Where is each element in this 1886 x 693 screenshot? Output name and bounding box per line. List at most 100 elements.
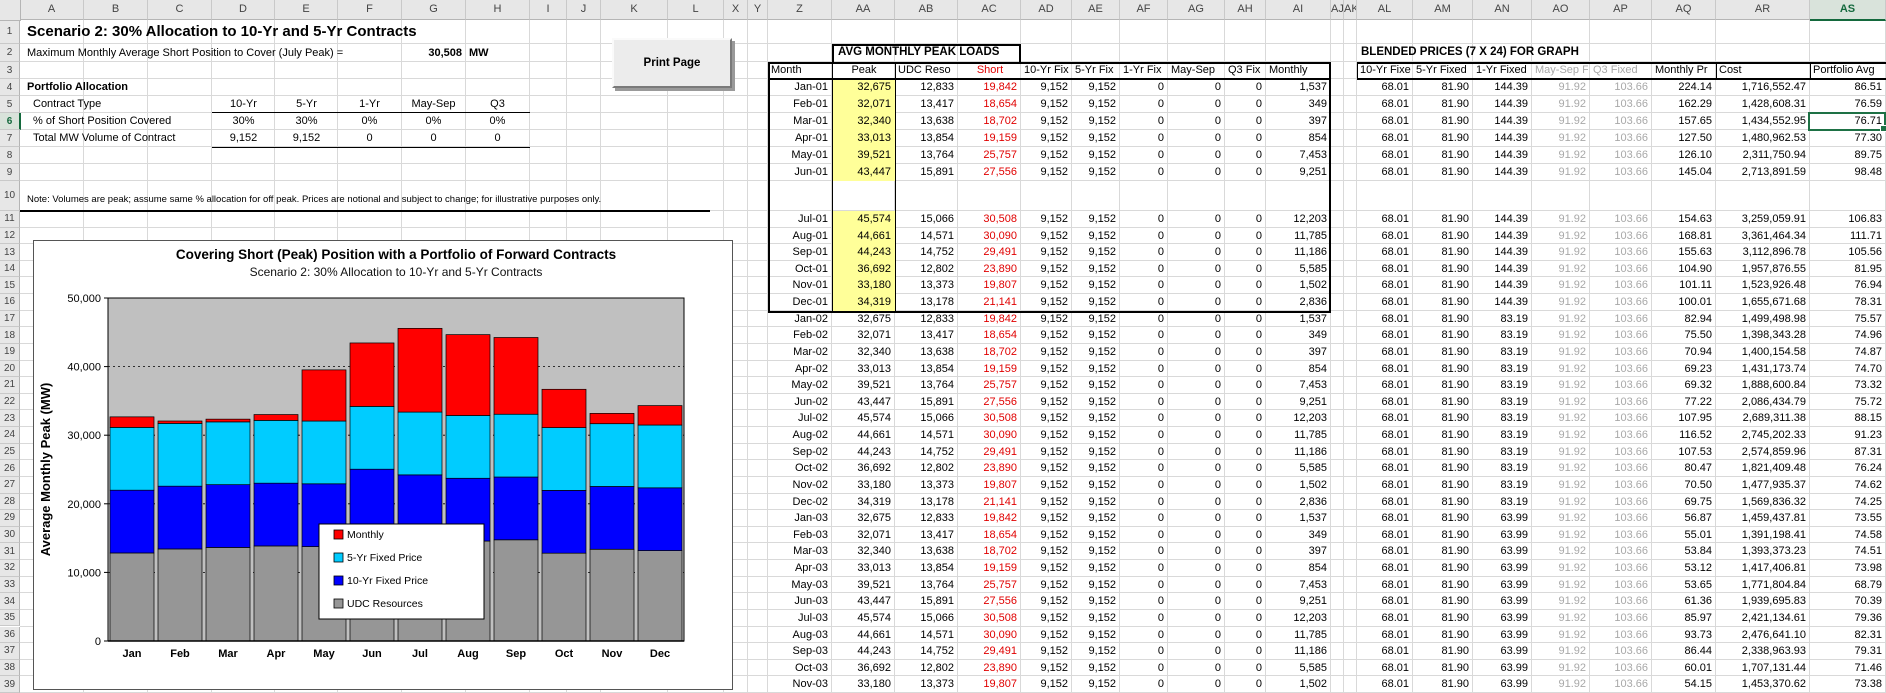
cell[interactable]: 91.92 xyxy=(1532,543,1590,560)
peak-table-header-1-yr-fix[interactable]: 1-Yr Fix xyxy=(1123,62,1166,79)
cell[interactable]: 1,417,406.81 xyxy=(1716,560,1810,577)
cell[interactable]: 87.31 xyxy=(1810,444,1886,461)
cell[interactable]: 1,477,935.37 xyxy=(1716,477,1810,494)
cell[interactable]: 54.15 xyxy=(1652,676,1716,693)
cell[interactable]: 9,152 xyxy=(1021,427,1072,444)
cell[interactable]: 29,491 xyxy=(958,444,1021,461)
cell[interactable]: 9,152 xyxy=(1021,228,1072,245)
cell[interactable]: 0 xyxy=(1168,211,1225,228)
cell[interactable]: 14,752 xyxy=(895,444,958,461)
cell[interactable]: 91.92 xyxy=(1532,577,1590,594)
cell[interactable]: 68.01 xyxy=(1357,643,1413,660)
blended-table-header-may-sep-f[interactable]: May-Sep F xyxy=(1535,62,1588,79)
cell[interactable]: 0 xyxy=(1225,311,1266,328)
cell[interactable]: 19,842 xyxy=(958,311,1021,328)
cell[interactable]: Dec-02 xyxy=(768,494,832,511)
cell[interactable]: 77.30 xyxy=(1810,130,1886,147)
column-header-Z[interactable]: Z xyxy=(768,0,832,20)
row-header-36[interactable]: 36 xyxy=(0,627,20,644)
cell[interactable]: 63.99 xyxy=(1473,527,1532,544)
cell[interactable]: 9,152 xyxy=(1021,477,1072,494)
cell[interactable]: 9,152 xyxy=(1072,294,1120,311)
cell[interactable]: 0 xyxy=(1225,444,1266,461)
cell[interactable]: 0 xyxy=(1225,96,1266,113)
cell[interactable]: 13,638 xyxy=(895,344,958,361)
cell[interactable]: 144.39 xyxy=(1473,79,1532,96)
cell[interactable]: 9,152 xyxy=(1021,593,1072,610)
cell[interactable]: 91.92 xyxy=(1532,147,1590,164)
cell[interactable]: 73.98 xyxy=(1810,560,1886,577)
cell[interactable]: 68.01 xyxy=(1357,147,1413,164)
cell[interactable]: 0 xyxy=(1120,377,1168,394)
cell[interactable]: 91.92 xyxy=(1532,228,1590,245)
cell[interactable]: 53.84 xyxy=(1652,543,1716,560)
cell[interactable]: 0 xyxy=(1120,527,1168,544)
cell[interactable]: 2,836 xyxy=(1266,294,1331,311)
cell[interactable]: 68.01 xyxy=(1357,510,1413,527)
cell[interactable]: 9,152 xyxy=(1072,527,1120,544)
row-header-6[interactable]: 6 xyxy=(0,113,21,130)
cell[interactable]: 1,502 xyxy=(1266,477,1331,494)
cell[interactable]: 68.01 xyxy=(1357,79,1413,96)
cell[interactable]: 30,508 xyxy=(958,410,1021,427)
cell[interactable]: 29,491 xyxy=(958,643,1021,660)
column-header-F[interactable]: F xyxy=(338,0,402,20)
cell[interactable]: 91.92 xyxy=(1532,261,1590,278)
cell[interactable]: 854 xyxy=(1266,560,1331,577)
cell[interactable]: 91.92 xyxy=(1532,164,1590,181)
cell[interactable]: 0 xyxy=(1225,261,1266,278)
cell[interactable]: Mar-03 xyxy=(768,543,832,560)
cell[interactable]: 82.94 xyxy=(1652,311,1716,328)
cell[interactable]: 32,675 xyxy=(832,510,895,527)
cell[interactable]: 162.29 xyxy=(1652,96,1716,113)
cell[interactable]: 44,243 xyxy=(832,244,895,261)
cell[interactable]: 100.01 xyxy=(1652,294,1716,311)
cell[interactable]: 2,745,202.33 xyxy=(1716,427,1810,444)
cell[interactable]: 1,537 xyxy=(1266,510,1331,527)
row-header-12[interactable]: 12 xyxy=(0,228,20,245)
cell[interactable]: 74.62 xyxy=(1810,477,1886,494)
cell[interactable]: May-02 xyxy=(768,377,832,394)
cell[interactable]: 103.66 xyxy=(1590,610,1652,627)
cell[interactable]: 81.90 xyxy=(1413,676,1473,693)
row-header-34[interactable]: 34 xyxy=(0,593,20,610)
cell[interactable]: 71.46 xyxy=(1810,660,1886,677)
cell[interactable]: 1,393,373.23 xyxy=(1716,543,1810,560)
cell[interactable]: 68.01 xyxy=(1357,164,1413,181)
cell[interactable]: 1,391,198.41 xyxy=(1716,527,1810,544)
cell[interactable]: 1,398,343.28 xyxy=(1716,327,1810,344)
cell[interactable]: 81.90 xyxy=(1413,211,1473,228)
cell[interactable]: 0 xyxy=(1225,494,1266,511)
cell[interactable]: 0 xyxy=(1120,294,1168,311)
column-header-AR[interactable]: AR xyxy=(1716,0,1810,20)
column-header-A[interactable]: A xyxy=(20,0,84,20)
cell[interactable]: 69.32 xyxy=(1652,377,1716,394)
cell[interactable]: 103.66 xyxy=(1590,477,1652,494)
cell[interactable]: 0 xyxy=(1225,147,1266,164)
cell[interactable]: 45,574 xyxy=(832,410,895,427)
cell[interactable]: 81.90 xyxy=(1413,394,1473,411)
cell[interactable]: 0 xyxy=(1120,494,1168,511)
cell[interactable]: 11,186 xyxy=(1266,244,1331,261)
cell[interactable]: 73.32 xyxy=(1810,377,1886,394)
cell[interactable]: 91.92 xyxy=(1532,327,1590,344)
cell[interactable]: 13,373 xyxy=(895,676,958,693)
cell[interactable]: 81.90 xyxy=(1413,377,1473,394)
column-header-I[interactable]: I xyxy=(530,0,567,20)
cell[interactable]: 9,152 xyxy=(1021,394,1072,411)
cell[interactable]: 73.38 xyxy=(1810,676,1886,693)
row-header-30[interactable]: 30 xyxy=(0,527,20,544)
cell[interactable]: 81.90 xyxy=(1413,96,1473,113)
cell[interactable]: 0 xyxy=(1225,510,1266,527)
cell[interactable]: 12,203 xyxy=(1266,610,1331,627)
row-header-38[interactable]: 38 xyxy=(0,660,20,677)
cell[interactable]: 0 xyxy=(1225,344,1266,361)
cell[interactable]: 91.92 xyxy=(1532,377,1590,394)
cell[interactable]: 29,491 xyxy=(958,244,1021,261)
cell[interactable]: 68.01 xyxy=(1357,261,1413,278)
cell[interactable]: 81.90 xyxy=(1413,261,1473,278)
cell[interactable]: Apr-02 xyxy=(768,361,832,378)
cell[interactable]: 103.66 xyxy=(1590,79,1652,96)
cell[interactable]: 107.53 xyxy=(1652,444,1716,461)
cell[interactable]: 63.99 xyxy=(1473,593,1532,610)
